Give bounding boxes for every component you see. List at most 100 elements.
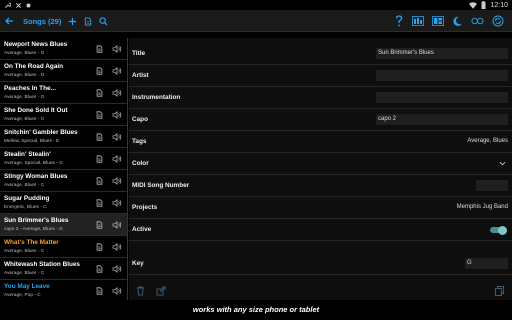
artist-label: Artist xyxy=(132,72,149,79)
speaker-icon[interactable] xyxy=(112,243,122,251)
trash-icon[interactable] xyxy=(136,286,145,296)
capo-field[interactable]: capo 2 xyxy=(376,114,508,125)
wrench-icon xyxy=(4,2,11,9)
copy-icon[interactable] xyxy=(495,286,504,296)
projects-row[interactable]: Projects Memphis Jug Band xyxy=(129,197,512,219)
speaker-icon[interactable] xyxy=(112,287,122,295)
speaker-icon[interactable] xyxy=(112,133,122,141)
song-subtitle: Average, Blues - C xyxy=(4,270,45,276)
document-icon[interactable] xyxy=(96,221,103,229)
marketing-caption: works with any size phone or tablet xyxy=(0,300,512,320)
speaker-icon[interactable] xyxy=(112,89,122,97)
document-icon[interactable] xyxy=(96,45,103,53)
page-title: Songs (29) xyxy=(23,16,62,26)
song-subtitle: Average, Blues - D xyxy=(4,72,45,78)
document-icon[interactable] xyxy=(96,177,103,185)
speaker-icon[interactable] xyxy=(112,67,122,75)
sync-icon[interactable] xyxy=(492,15,504,27)
song-list-item[interactable]: What's The Matter Average, Blues - C xyxy=(0,236,127,258)
song-subtitle: Average, Special, Blues - G xyxy=(4,160,63,166)
song-list-item[interactable]: Stealin' Stealin' Average, Special, Blues… xyxy=(0,148,127,170)
clock: 12:10 xyxy=(490,1,508,9)
song-list-item[interactable]: Whitewash Station Blues Average, Blues - … xyxy=(0,258,127,280)
song-name: Stingy Woman Blues xyxy=(4,173,68,180)
song-list-item[interactable]: Newport News Blues Average, Blues - G xyxy=(0,38,127,60)
song-subtitle: Average, Blues - C xyxy=(4,116,45,122)
projects-value: Memphis Jug Band xyxy=(456,204,508,210)
song-list-item[interactable]: On The Road Again Average, Blues - D xyxy=(0,60,127,82)
document-icon[interactable] xyxy=(96,243,103,251)
instrumentation-label: Instrumentation xyxy=(132,94,181,101)
key-field[interactable]: G xyxy=(465,258,508,269)
song-name: Snitchin' Gambler Blues xyxy=(4,129,78,136)
song-name: On The Road Again xyxy=(4,63,64,70)
app-bar: Songs (29) xyxy=(0,10,512,32)
document-icon[interactable] xyxy=(96,287,103,295)
tags-row[interactable]: Tags Average, Blues xyxy=(129,131,512,153)
midi-field[interactable] xyxy=(476,180,508,191)
speaker-icon[interactable] xyxy=(112,177,122,185)
title-field[interactable]: Sun Brimmer's Blues xyxy=(376,48,508,59)
document-icon[interactable] xyxy=(96,111,103,119)
chevron-down-icon[interactable] xyxy=(499,161,506,166)
key-label: Key xyxy=(132,260,144,267)
midi-label: MIDI Song Number xyxy=(132,182,190,189)
document-icon[interactable] xyxy=(96,265,103,273)
moon-icon[interactable] xyxy=(452,16,463,27)
song-name: Sugar Pudding xyxy=(4,195,50,202)
capo-label: Capo xyxy=(132,116,148,123)
loop-icon[interactable] xyxy=(471,17,484,25)
document-icon[interactable] xyxy=(96,133,103,141)
song-name: Newport News Blues xyxy=(4,41,68,48)
song-name: You May Leave xyxy=(4,283,50,290)
tags-label: Tags xyxy=(132,138,147,145)
bars-icon[interactable] xyxy=(412,16,424,26)
speaker-icon[interactable] xyxy=(112,45,122,53)
tool-icon xyxy=(15,2,22,9)
active-toggle[interactable] xyxy=(490,225,507,235)
artist-field[interactable] xyxy=(376,70,508,81)
speaker-icon[interactable] xyxy=(112,221,122,229)
speaker-icon[interactable] xyxy=(112,155,122,163)
song-list-item[interactable]: She Done Sold It Out Average, Blues - C xyxy=(0,104,127,126)
speaker-icon[interactable] xyxy=(112,265,122,273)
song-list-item[interactable]: Sugar Pudding Energetic, Blues - C xyxy=(0,192,127,214)
search-icon[interactable] xyxy=(99,16,108,26)
battery-icon xyxy=(481,1,486,9)
title-label: Title xyxy=(132,50,146,57)
song-list-item[interactable]: Snitchin' Gambler Blues Mellow, Special, … xyxy=(0,126,127,148)
share-icon[interactable] xyxy=(156,286,166,296)
status-bar: 12:10 xyxy=(0,0,512,10)
song-name: What's The Matter xyxy=(4,239,59,246)
document-icon[interactable] xyxy=(96,199,103,207)
document-icon[interactable] xyxy=(96,67,103,75)
song-detail-panel: Title Sun Brimmer's Blues Artist Instrum… xyxy=(129,38,512,300)
bottom-toolbar xyxy=(129,283,512,300)
document-icon[interactable] xyxy=(84,16,92,26)
add-icon[interactable] xyxy=(68,17,77,26)
grid-icon[interactable] xyxy=(432,16,444,26)
back-arrow-icon[interactable] xyxy=(4,16,14,26)
song-list-item[interactable]: Stingy Woman Blues Average, Blues - C xyxy=(0,170,127,192)
song-list-item[interactable]: Sun Brimmer's Blues capo 2 - Average, Blu… xyxy=(0,214,127,236)
song-name: Peaches In The... xyxy=(4,85,56,92)
document-icon[interactable] xyxy=(96,89,103,97)
document-icon[interactable] xyxy=(96,155,103,163)
song-name: Stealin' Stealin' xyxy=(4,151,51,158)
artist-row: Artist xyxy=(129,65,512,87)
instrumentation-row: Instrumentation xyxy=(129,87,512,109)
song-list-item[interactable]: Peaches In The... Average, Blues - G xyxy=(0,82,127,104)
song-subtitle: capo 2 - Average, Blues - G xyxy=(4,226,63,232)
instrumentation-field[interactable] xyxy=(376,92,508,103)
color-row[interactable]: Color xyxy=(129,153,512,175)
speaker-icon[interactable] xyxy=(112,111,122,119)
song-subtitle: Average, Blues - G xyxy=(4,50,45,56)
song-subtitle: Average, Blues - G xyxy=(4,94,45,100)
song-subtitle: Mellow, Special, Blues - E xyxy=(4,138,60,144)
speaker-icon[interactable] xyxy=(112,199,122,207)
help-icon[interactable] xyxy=(394,15,404,27)
active-row: Active xyxy=(129,219,512,241)
song-list-item[interactable]: You May Leave Average, Pop - C xyxy=(0,280,127,302)
song-subtitle: Average, Pop - C xyxy=(4,292,41,298)
song-subtitle: Energetic, Blues - C xyxy=(4,204,47,210)
